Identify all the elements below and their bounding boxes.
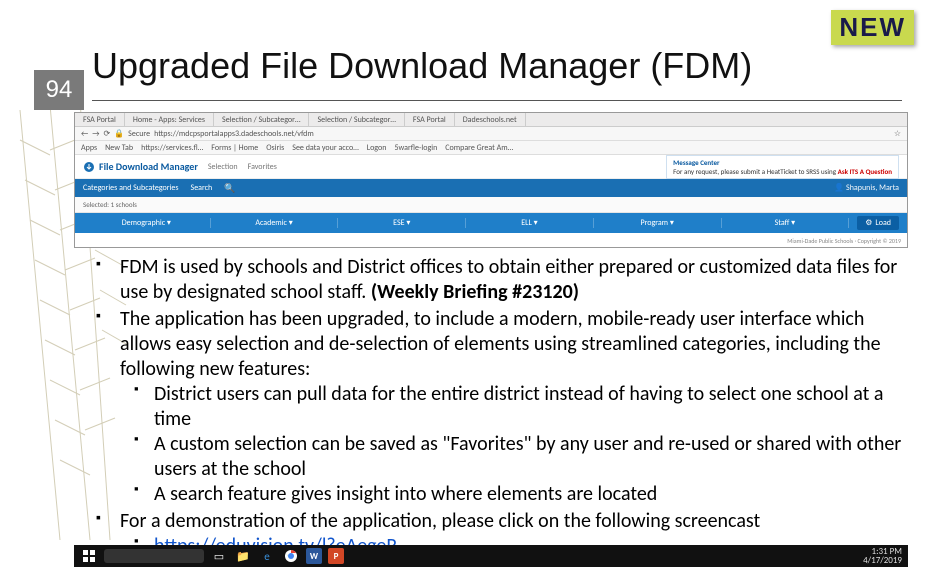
categories-label: Categories and Subcategories — [83, 183, 179, 193]
bookmark-item[interactable]: Osiris — [266, 143, 284, 153]
screenshot-copyright: Miami-Dade Public Schools · Copyright © … — [787, 237, 901, 245]
ask-its-link[interactable]: Ask ITS A Question — [838, 167, 892, 176]
chrome-icon[interactable] — [282, 548, 300, 564]
bookmark-item[interactable]: Forms | Home — [211, 143, 258, 153]
bookmark-item[interactable]: https://services.fl… — [141, 143, 203, 153]
message-center-body: For any request, please submit a HeatTic… — [673, 167, 837, 176]
category-filters: Demographic ▾ Academic ▾ ESE ▾ ELL ▾ Pro… — [75, 213, 907, 233]
category-dropdown[interactable]: Program ▾ — [594, 218, 722, 228]
edge-icon[interactable]: e — [258, 548, 276, 564]
user-name[interactable]: 👤 Shapunis, Marta — [834, 183, 899, 193]
message-center: Message Center For any request, please s… — [666, 155, 899, 179]
bookmark-item[interactable]: 5warfle-login — [394, 143, 437, 153]
category-dropdown[interactable]: Staff ▾ — [722, 218, 850, 228]
page-number: 94 — [34, 70, 84, 110]
category-dropdown[interactable]: Demographic ▾ — [83, 218, 211, 228]
slide: NEW 94 Upgraded File Download Manager (F… — [0, 0, 936, 576]
browser-tab[interactable]: FSA Portal — [75, 113, 125, 126]
taskbar-clock[interactable]: 1:31 PM 4/17/2019 — [863, 547, 902, 565]
bullet-2-sub: District users can pull data for the ent… — [120, 382, 910, 432]
search-label: Search — [191, 183, 213, 193]
nav-back-icon[interactable]: ← — [81, 129, 88, 139]
category-dropdown[interactable]: ELL ▾ — [466, 218, 594, 228]
bookmark-item[interactable]: See data your acco… — [292, 143, 358, 153]
app-nav-item[interactable]: Favorites — [248, 162, 277, 172]
user-name-label: Shapunis, Marta — [846, 183, 899, 193]
windows-taskbar: ▭ 📁 e W P 1:31 PM 4/17/2019 — [74, 545, 908, 567]
clock-date: 4/17/2019 — [863, 556, 902, 565]
slide-title: Upgraded File Download Manager (FDM) — [92, 45, 752, 87]
powerpoint-icon[interactable]: P — [328, 548, 344, 564]
load-button-label: Load — [875, 218, 891, 228]
gear-icon: ⚙ — [865, 218, 872, 228]
bullet-2: The application has been upgraded, to in… — [90, 307, 910, 507]
selection-row: Selected: 1 schools — [75, 197, 907, 213]
search-icon[interactable]: 🔍 — [224, 183, 235, 194]
app-brand[interactable]: File Download Manager — [83, 160, 198, 173]
content-body: FDM is used by schools and District offi… — [90, 255, 910, 561]
load-button[interactable]: ⚙Load — [857, 216, 899, 230]
app-brand-label: File Download Manager — [99, 160, 198, 173]
bookmark-item[interactable]: New Tab — [105, 143, 133, 153]
bookmark-item[interactable]: Logon — [367, 143, 387, 153]
bullet-2-sub: A custom selection can be saved as "Favo… — [120, 432, 910, 482]
start-button[interactable] — [80, 548, 98, 564]
taskbar-search[interactable] — [104, 549, 204, 563]
bookmarks-bar: Apps New Tab https://services.fl… Forms … — [75, 141, 907, 155]
bullet-2-sub: A search feature gives insight into wher… — [120, 482, 910, 507]
bullet-1: FDM is used by schools and District offi… — [90, 255, 910, 305]
new-badge: NEW — [831, 10, 914, 45]
browser-tab[interactable]: Selection / Subcategor… — [309, 113, 404, 126]
word-icon[interactable]: W — [306, 548, 322, 564]
title-underline — [92, 100, 902, 101]
app-nav-item[interactable]: Selection — [208, 162, 238, 172]
category-dropdown[interactable]: Academic ▾ — [211, 218, 339, 228]
star-icon[interactable]: ☆ — [894, 129, 901, 139]
nav-reload-icon[interactable]: ⟳ — [104, 129, 111, 139]
browser-tab[interactable]: Selection / Subcategor… — [214, 113, 309, 126]
secure-label: Secure — [128, 129, 150, 139]
categories-bar: Categories and Subcategories Search 🔍 👤 … — [75, 179, 907, 197]
bookmark-item[interactable]: Apps — [81, 143, 97, 153]
bookmark-item[interactable]: Compare Great Am… — [445, 143, 513, 153]
bullet-1-bold: (Weekly Briefing #23120) — [371, 280, 579, 304]
selected-label: Selected: 1 schools — [83, 200, 137, 209]
address-bar[interactable]: ← → ⟳ 🔒 Secure https://mdcpsportalapps3.… — [75, 127, 907, 141]
category-dropdown[interactable]: ESE ▾ — [338, 218, 466, 228]
browser-tab[interactable]: FSA Portal — [405, 113, 455, 126]
file-explorer-icon[interactable]: 📁 — [234, 548, 252, 564]
bullet-2-text: The application has been upgraded, to in… — [120, 307, 881, 381]
task-view-icon[interactable]: ▭ — [210, 548, 228, 564]
browser-tab[interactable]: Home - Apps: Services — [125, 113, 214, 126]
app-header: File Download Manager Selection Favorite… — [75, 155, 907, 179]
browser-tab[interactable]: Dadeschools.net — [455, 113, 526, 126]
bullet-3-text: For a demonstration of the application, … — [120, 509, 760, 533]
browser-tabstrip: FSA Portal Home - Apps: Services Selecti… — [75, 113, 907, 127]
download-icon — [83, 161, 95, 173]
nav-fwd-icon[interactable]: → — [92, 129, 99, 139]
embedded-screenshot: FSA Portal Home - Apps: Services Selecti… — [74, 112, 908, 248]
url-text[interactable]: https://mdcpsportalapps3.dadeschools.net… — [154, 129, 890, 139]
lock-icon: 🔒 — [114, 129, 124, 139]
message-center-title: Message Center — [673, 158, 892, 167]
